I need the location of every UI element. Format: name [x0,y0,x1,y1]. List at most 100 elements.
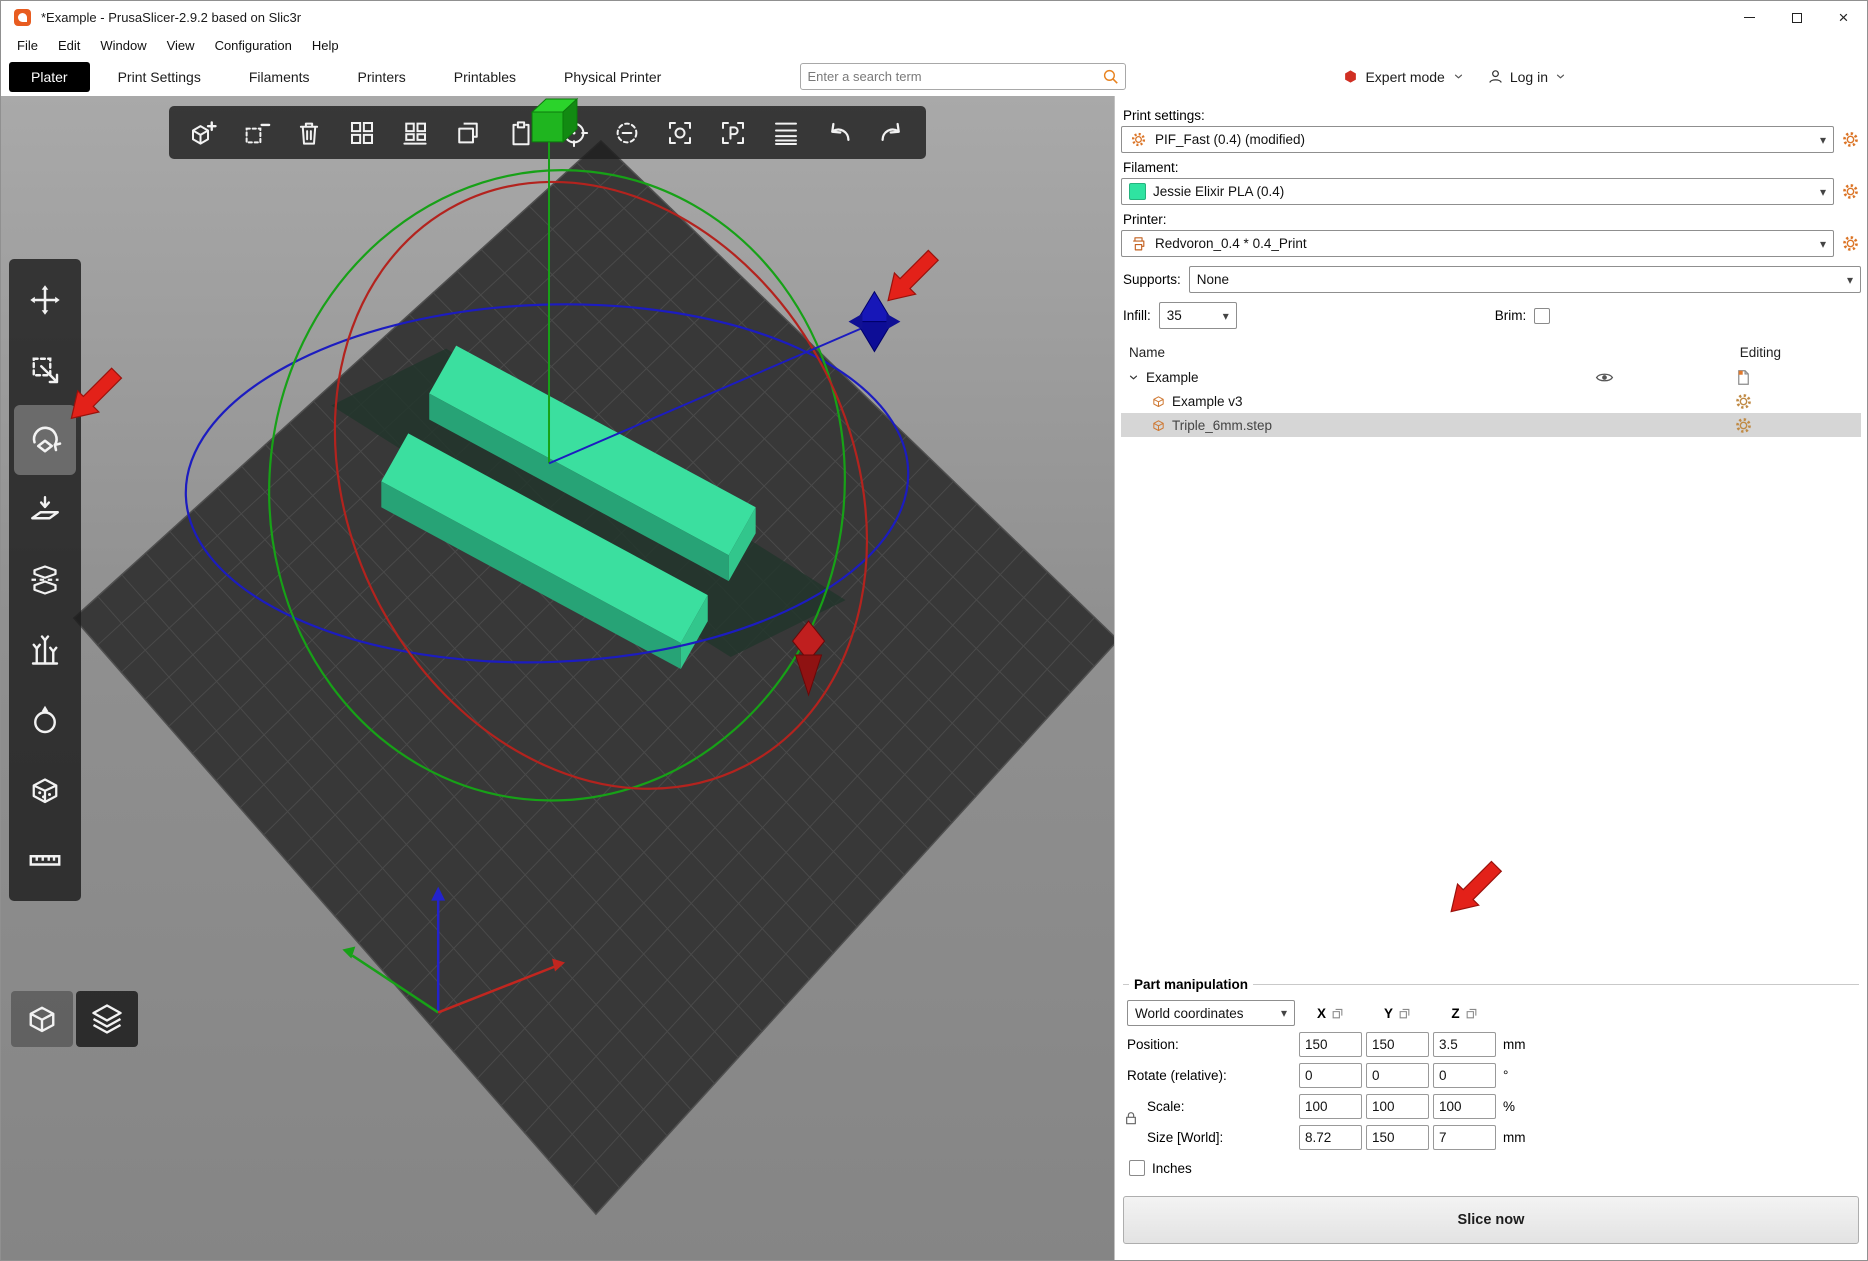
slice-now-button[interactable]: Slice now [1123,1196,1859,1244]
split-to-parts-icon[interactable] [715,113,751,153]
object-settings-doc-icon[interactable] [1734,368,1753,387]
menu-help[interactable]: Help [302,36,349,55]
infill-combo[interactable]: 35 ▾ [1158,302,1237,329]
expert-mode-selector[interactable]: Expert mode [1343,69,1464,85]
tab-physical-printer[interactable]: Physical Printer [564,62,661,92]
menu-window[interactable]: Window [90,36,156,55]
remove-instance-icon[interactable] [609,113,645,153]
split-to-objects-icon[interactable] [662,113,698,153]
printer-gear-button[interactable] [1839,233,1861,255]
preview-sliced-layers-icon[interactable] [76,991,138,1047]
size-x-input[interactable] [1299,1125,1362,1150]
window-title: *Example - PrusaSlicer-2.9.2 based on Sl… [41,10,302,25]
volume-cube-icon [1151,418,1166,433]
chevron-down-icon: ▾ [1819,236,1826,251]
position-z-input[interactable] [1433,1032,1496,1057]
volume-cube-icon [1151,394,1166,409]
chevron-down-icon [1554,70,1567,83]
measure-tool-icon[interactable] [14,825,76,895]
position-y-input[interactable] [1366,1032,1429,1057]
close-button[interactable]: × [1820,1,1867,34]
left-toolbar [9,259,81,901]
viewport-3d[interactable] [1,96,1114,1260]
filament-label: Filament: [1123,160,1179,175]
rotate-z-input[interactable] [1433,1063,1496,1088]
print-settings-combo[interactable]: PIF_Fast (0.4) (modified) ▾ [1121,126,1834,153]
chevron-down-icon: ▾ [1819,132,1826,147]
rotate-y-input[interactable] [1366,1063,1429,1088]
tab-plater[interactable]: Plater [9,61,90,92]
tab-printables[interactable]: Printables [454,62,516,92]
size-y-input[interactable] [1366,1125,1429,1150]
variable-layer-height-icon[interactable] [768,113,804,153]
delete-all-icon[interactable] [291,113,327,153]
inches-checkbox[interactable] [1129,1160,1145,1176]
add-instance-icon[interactable] [556,113,592,153]
move-tool-icon[interactable] [14,265,76,335]
menu-view[interactable]: View [157,36,205,55]
tab-filaments[interactable]: Filaments [249,62,310,92]
menu-edit[interactable]: Edit [48,36,90,55]
scale-tool-icon[interactable] [14,335,76,405]
copy-axis-icon[interactable] [1465,1007,1478,1020]
eye-icon[interactable] [1595,368,1614,387]
menu-configuration[interactable]: Configuration [205,36,302,55]
search-input[interactable] [807,69,1103,84]
filament-gear-button[interactable] [1839,181,1861,203]
object-row-example[interactable]: Example [1121,365,1861,389]
arrange-current-bed-icon[interactable] [397,113,433,153]
axis-header-z: Z [1433,1006,1496,1021]
delete-object-icon[interactable] [238,113,274,153]
position-x-input[interactable] [1299,1032,1362,1057]
redo-icon[interactable] [874,113,910,153]
supports-value: None [1196,272,1230,287]
undo-icon[interactable] [821,113,857,153]
object-row-example-v3[interactable]: Example v3 [1121,389,1861,413]
volume-settings-gear-icon[interactable] [1734,392,1753,411]
brim-checkbox[interactable] [1534,307,1551,324]
place-on-face-tool-icon[interactable] [14,475,76,545]
minimize-button[interactable] [1726,1,1773,34]
volume-settings-gear-icon[interactable] [1734,416,1753,435]
tab-printers[interactable]: Printers [358,62,406,92]
expander-caret-icon[interactable] [1127,371,1140,384]
print-settings-label: Print settings: [1123,108,1205,123]
copy-icon[interactable] [450,113,486,153]
infill-value: 35 [1166,308,1182,323]
menu-file[interactable]: File [7,36,48,55]
print-settings-gear-button[interactable] [1839,129,1861,151]
size-z-input[interactable] [1433,1125,1496,1150]
maximize-button[interactable] [1773,1,1820,34]
object-row-label: Triple_6mm.step [1172,417,1273,433]
scale-x-input[interactable] [1299,1094,1362,1119]
object-row-label: Example v3 [1172,393,1243,409]
multimaterial-painting-tool-icon[interactable] [14,755,76,825]
rotate-tool-icon[interactable] [14,405,76,475]
tab-print-settings[interactable]: Print Settings [118,62,201,92]
rotate-x-input[interactable] [1299,1063,1362,1088]
printer-combo[interactable]: Redvoron_0.4 * 0.4_Print ▾ [1121,230,1834,257]
filament-combo[interactable]: Jessie Elixir PLA (0.4) ▾ [1121,178,1834,205]
3d-editor-view-icon[interactable] [11,991,73,1047]
printer-label: Printer: [1123,212,1167,227]
object-row-triple-6mm-step[interactable]: Triple_6mm.step [1121,413,1861,437]
paste-icon[interactable] [503,113,539,153]
uniform-scale-lock-icon[interactable] [1123,1110,1139,1126]
print-bed [72,139,1114,1216]
search-icon[interactable] [1102,68,1119,85]
object-list: Name Editing Example Example v3 Triple_6… [1121,339,1861,977]
copy-axis-icon[interactable] [1398,1007,1411,1020]
search-box[interactable] [800,63,1127,90]
add-object-icon[interactable] [185,113,221,153]
seam-painting-tool-icon[interactable] [14,685,76,755]
cut-tool-icon[interactable] [14,545,76,615]
coordinates-combo[interactable]: World coordinates ▾ [1127,1000,1295,1026]
arrange-icon[interactable] [344,113,380,153]
scale-z-input[interactable] [1433,1094,1496,1119]
scale-y-input[interactable] [1366,1094,1429,1119]
login-button[interactable]: Log in [1487,68,1567,85]
tab-bar: Plater Print Settings Filaments Printers… [1,57,1867,96]
copy-axis-icon[interactable] [1331,1007,1344,1020]
supports-combo[interactable]: None ▾ [1188,266,1861,293]
paint-supports-tool-icon[interactable] [14,615,76,685]
